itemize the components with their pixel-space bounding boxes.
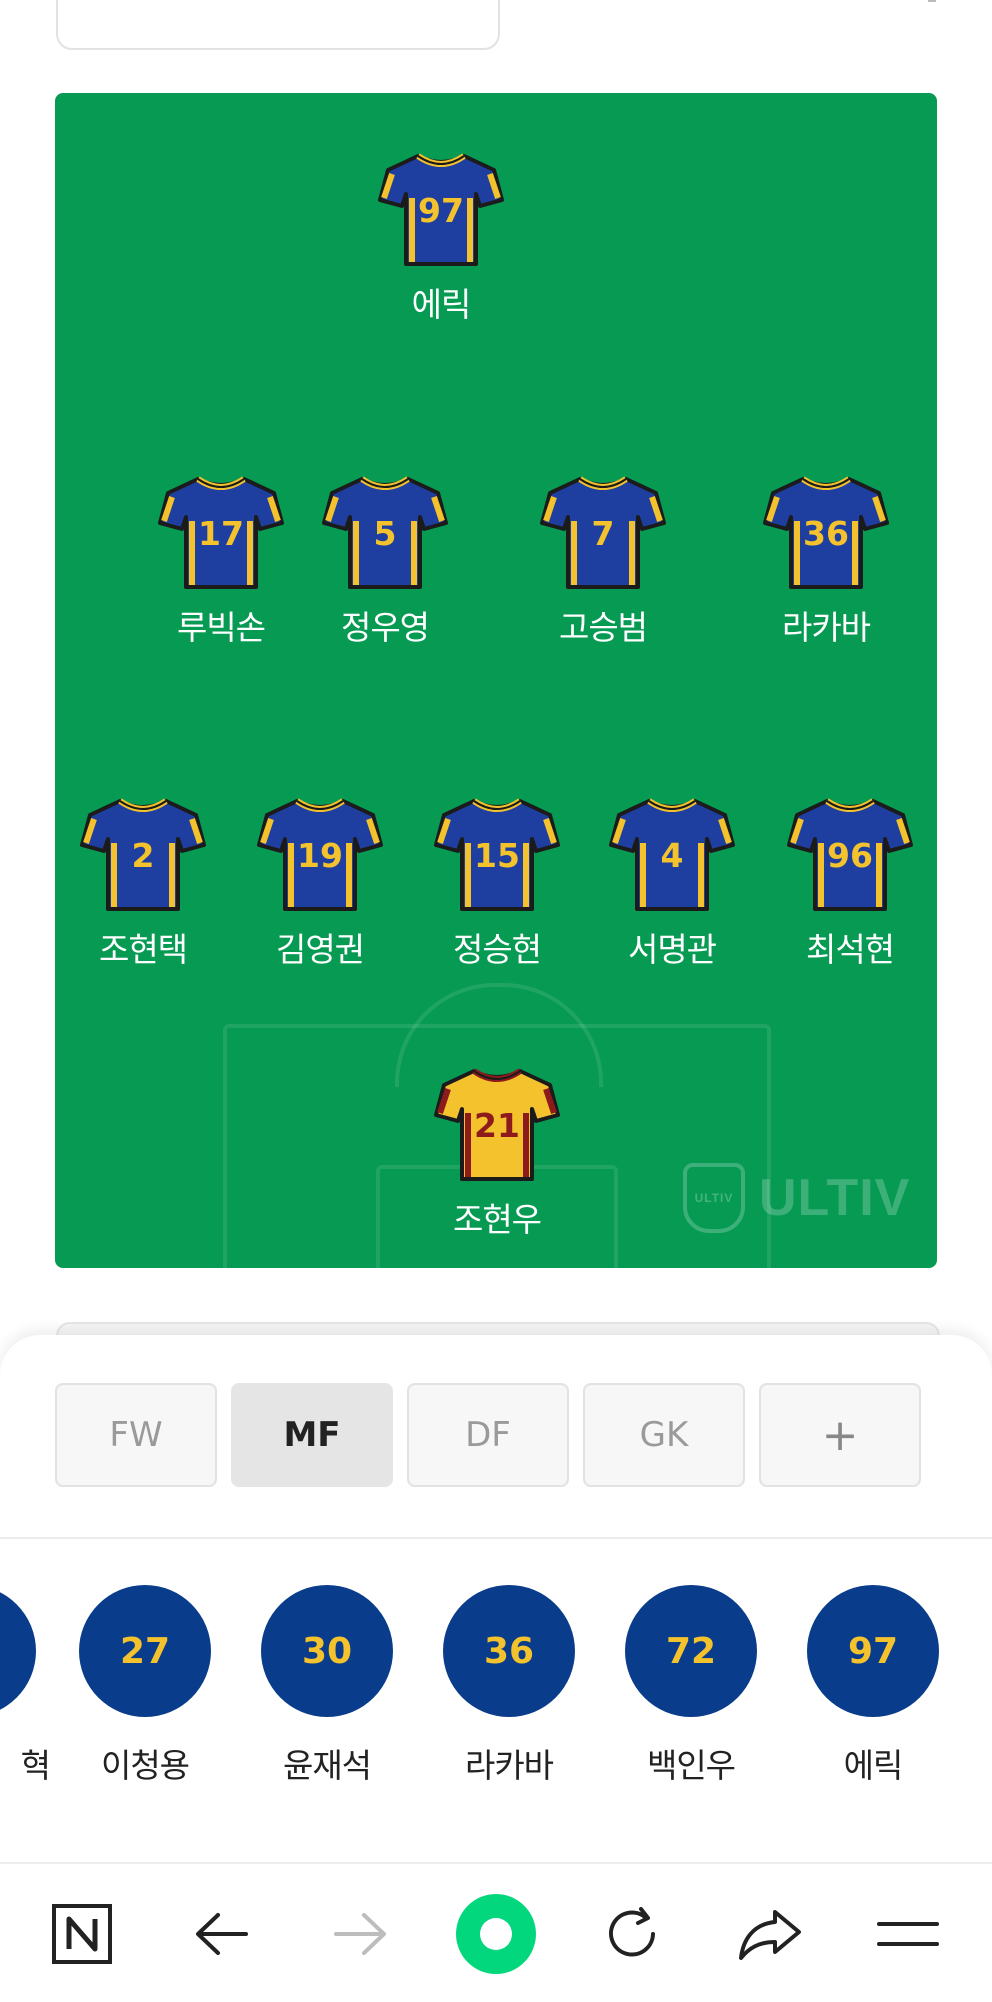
browser-navbar [0, 1862, 992, 2002]
player-name: 최석현 [805, 930, 895, 969]
player-name: 정승현 [452, 930, 542, 969]
reload-icon[interactable] [582, 1884, 682, 1984]
jersey-icon: 7 [540, 476, 666, 589]
roster-item[interactable]: 36 라카바 [429, 1585, 589, 1787]
jersey-icon: 96 [787, 798, 913, 911]
forward-arrow-icon[interactable] [310, 1884, 410, 1984]
naver-n-icon[interactable] [32, 1884, 132, 1984]
tab-add[interactable]: + [759, 1383, 921, 1487]
jersey-icon: 17 [158, 476, 284, 589]
roster-number: 36 [443, 1585, 575, 1717]
select-box[interactable] [56, 0, 500, 50]
player-name: 에릭 [411, 285, 472, 324]
roster-name: 에릭 [843, 1746, 904, 1785]
player-name: 김영권 [275, 930, 365, 969]
share-icon[interactable] [720, 1884, 820, 1984]
roster-number: 30 [261, 1585, 393, 1717]
jersey-icon: 97 [378, 153, 504, 266]
player-2[interactable]: 17 루빅손 [151, 473, 291, 649]
menu-icon[interactable] [858, 1884, 958, 1984]
jersey-icon: 21 [434, 1068, 560, 1181]
player-4[interactable]: 7 고승범 [533, 473, 673, 649]
roster-item[interactable]: 72 백인우 [611, 1585, 771, 1787]
ultiv-logo: ULTIV ULTIV [683, 1163, 910, 1233]
jersey-number: 15 [474, 836, 520, 875]
tab-gk[interactable]: GK [583, 1383, 745, 1487]
jersey-number: 96 [827, 836, 873, 875]
player-5[interactable]: 36 라카바 [756, 473, 896, 649]
player-6[interactable]: 2 조현택 [73, 795, 213, 971]
jersey-number: 17 [198, 514, 244, 553]
formation-field: ULTIV ULTIV 97 에릭 17 루빅손 5 정우영 7 고승범 36 라카바 2 조현택 19… [55, 93, 937, 1268]
jersey-number: 7 [592, 514, 615, 553]
jersey-number: 36 [803, 514, 849, 553]
divider [0, 1537, 992, 1539]
player-name: 서명관 [627, 930, 717, 969]
roster-name: 이청용 [100, 1746, 190, 1785]
player-9[interactable]: 4 서명관 [602, 795, 742, 971]
green-dot-icon[interactable] [446, 1884, 546, 1984]
player-name: 고승범 [558, 608, 648, 647]
player-name: 정우영 [340, 608, 430, 647]
jersey-number: 2 [132, 836, 155, 875]
roster-item[interactable]: 97 에릭 [793, 1585, 953, 1787]
tab-df[interactable]: DF [407, 1383, 569, 1487]
player-name: 라카바 [781, 608, 871, 647]
ultiv-shield-icon: ULTIV [683, 1163, 745, 1233]
tab-fw[interactable]: FW [55, 1383, 217, 1487]
tab-mf[interactable]: MF [231, 1383, 393, 1487]
roster-name: 윤재석 [282, 1746, 372, 1785]
roster-name: 백인우 [646, 1746, 736, 1785]
roster-item[interactable]: 27 이청용 [65, 1585, 225, 1787]
jersey-icon: 5 [322, 476, 448, 589]
player-7[interactable]: 19 김영권 [250, 795, 390, 971]
back-arrow-icon[interactable] [172, 1884, 272, 1984]
player-10[interactable]: 96 최석현 [780, 795, 920, 971]
player-name: 조현우 [452, 1200, 542, 1239]
roster-number: 72 [625, 1585, 757, 1717]
logo-text: ULTIV [759, 1169, 911, 1227]
jersey-number: 21 [474, 1106, 520, 1145]
jersey-icon: 15 [434, 798, 560, 911]
jersey-icon: 19 [257, 798, 383, 911]
player-11[interactable]: 21 조현우 [427, 1065, 567, 1241]
player-name: 루빅손 [176, 608, 266, 647]
roster-number: 97 [807, 1585, 939, 1717]
jersey-icon: 36 [763, 476, 889, 589]
roster-list: 혁 27 이청용 30 윤재석 36 라카바 72 백인우 97 에릭 [0, 1585, 992, 1805]
player-1[interactable]: 97 에릭 [371, 150, 511, 326]
roster-number: 27 [79, 1585, 211, 1717]
jersey-number: 5 [374, 514, 397, 553]
jersey-number: 4 [661, 836, 684, 875]
player-3[interactable]: 5 정우영 [315, 473, 455, 649]
jersey-icon: 2 [80, 798, 206, 911]
position-tabs: FW MF DF GK + [55, 1383, 921, 1487]
jersey-number: 97 [418, 191, 464, 230]
jersey-icon: 4 [609, 798, 735, 911]
roster-name: 라카바 [464, 1746, 554, 1785]
roster-item[interactable]: 30 윤재석 [247, 1585, 407, 1787]
roster-number [0, 1585, 36, 1717]
jersey-number: 19 [297, 836, 343, 875]
roster-name: 혁 [20, 1746, 51, 1785]
roster-item[interactable]: 혁 [0, 1585, 51, 1787]
player-name: 조현택 [98, 930, 188, 969]
player-picker-sheet: FW MF DF GK + 혁 27 이청용 30 윤재석 36 라카바 72 … [0, 1335, 992, 1865]
player-8[interactable]: 15 정승현 [427, 795, 567, 971]
top-right-mark [928, 0, 936, 2]
